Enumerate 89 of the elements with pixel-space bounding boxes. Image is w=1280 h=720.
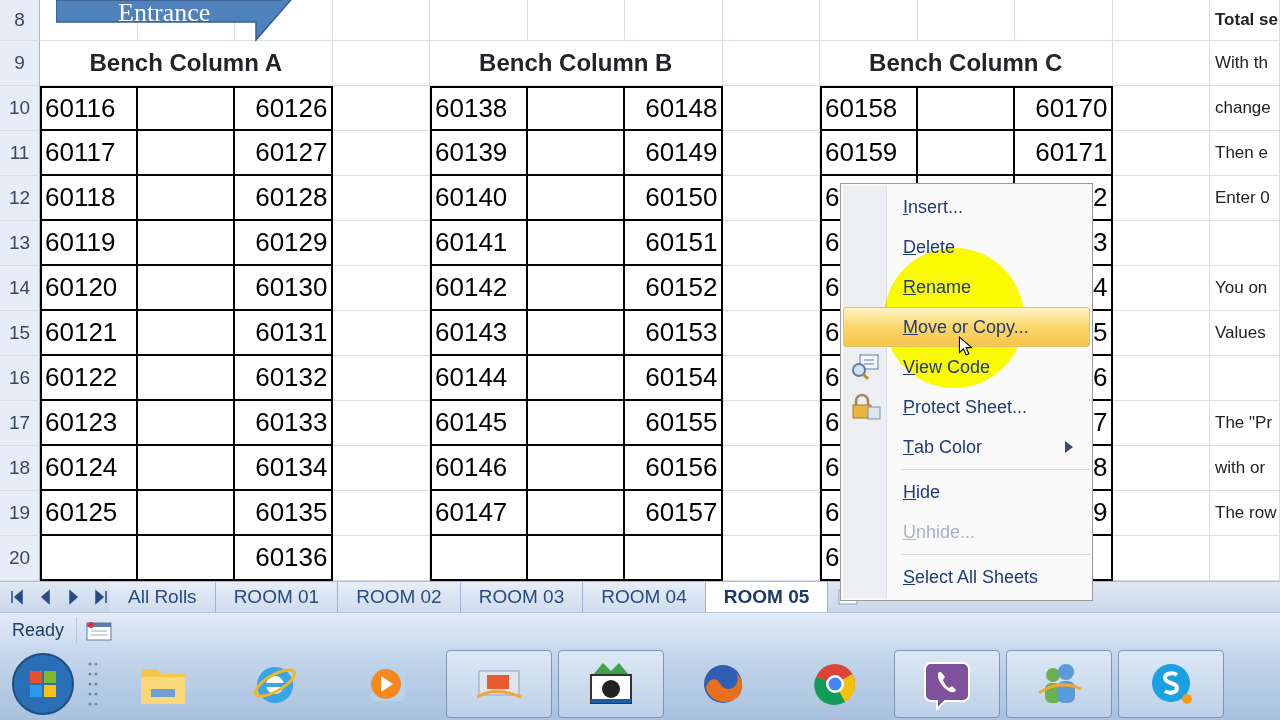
table-cell: 60147 [430, 491, 528, 536]
table-cell: 60154 [625, 356, 723, 401]
table-cell: 60156 [625, 446, 723, 491]
row-header: 11 [0, 131, 40, 176]
table-cell: 60170 [1015, 86, 1113, 131]
row-header: 19 [0, 491, 40, 536]
note-text: Total se [1210, 0, 1280, 41]
table-cell: 60126 [235, 86, 333, 131]
note-text: With th [1210, 41, 1280, 86]
row-header: 10 [0, 86, 40, 131]
table-cell: 60122 [40, 356, 138, 401]
table-cell: 60118 [40, 176, 138, 221]
table-cell: 60150 [625, 176, 723, 221]
table-cell: 60151 [625, 221, 723, 266]
table-cell: 60130 [235, 266, 333, 311]
table-cell: 60116 [40, 86, 138, 131]
table-cell: 60131 [235, 311, 333, 356]
table-cell: 60134 [235, 446, 333, 491]
sheet-tab[interactable]: ROOM 01 [215, 582, 339, 612]
row-header: 14 [0, 266, 40, 311]
row-header: 13 [0, 221, 40, 266]
row-header: 17 [0, 401, 40, 446]
bench-title: Bench Column C [820, 41, 1113, 86]
table-cell: 60140 [430, 176, 528, 221]
sheet-tab[interactable]: ROOM 03 [460, 582, 584, 612]
table-cell: 60119 [40, 221, 138, 266]
row-header: 18 [0, 446, 40, 491]
next-sheet-icon[interactable] [66, 589, 80, 605]
note-text: change [1210, 86, 1280, 131]
table-cell: 60123 [40, 401, 138, 446]
table-cell: 60127 [235, 131, 333, 176]
bench-title: Bench Column B [430, 41, 723, 86]
table-cell: 60171 [1015, 131, 1113, 176]
table-cell: 60117 [40, 131, 138, 176]
note-text: The "Pr [1210, 401, 1280, 446]
table-cell: 60155 [625, 401, 723, 446]
table-cell: 60149 [625, 131, 723, 176]
note-text: Enter 0 [1210, 176, 1280, 221]
note-text: with or [1210, 446, 1280, 491]
row-header: 20 [0, 536, 40, 581]
table-cell: 60144 [430, 356, 528, 401]
table-cell: 60145 [430, 401, 528, 446]
table-cell: 60157 [625, 491, 723, 536]
table-cell: 60142 [430, 266, 528, 311]
row-header: 12 [0, 176, 40, 221]
table-cell: 60159 [820, 131, 918, 176]
sheet-tab[interactable]: ROOM 05 [705, 582, 829, 612]
table-cell: 60125 [40, 491, 138, 536]
row-header: 16 [0, 356, 40, 401]
table-cell: 60128 [235, 176, 333, 221]
note-text: You on [1210, 266, 1280, 311]
bench-title: Bench Column A [40, 41, 333, 86]
magnifier-window-icon [850, 353, 882, 381]
table-cell: 60124 [40, 446, 138, 491]
table-cell: 60132 [235, 356, 333, 401]
sheet-tab[interactable]: ROOM 04 [583, 582, 706, 612]
row-header: 8 [0, 0, 40, 41]
table-cell: 60135 [235, 491, 333, 536]
table-cell: 60148 [625, 86, 723, 131]
first-sheet-icon[interactable] [10, 589, 24, 605]
row-header: 9 [0, 41, 40, 86]
table-cell: 60143 [430, 311, 528, 356]
table-cell: 60153 [625, 311, 723, 356]
taskbar-button[interactable] [558, 650, 664, 718]
table-cell: 60141 [430, 221, 528, 266]
record-macro-icon[interactable] [85, 620, 114, 643]
empty-cell [1210, 356, 1280, 401]
sheet-tab[interactable]: ROOM 02 [338, 582, 461, 612]
note-text: Values [1210, 311, 1280, 356]
last-sheet-icon[interactable] [94, 589, 108, 605]
table-cell: 60129 [235, 221, 333, 266]
table-cell: 60152 [625, 266, 723, 311]
table-cell: 60158 [820, 86, 918, 131]
lock-icon [850, 393, 882, 421]
table-cell: 60120 [40, 266, 138, 311]
table-cell: 60139 [430, 131, 528, 176]
empty-cell [1210, 221, 1280, 266]
previous-sheet-icon[interactable] [38, 589, 52, 605]
table-cell: 60133 [235, 401, 333, 446]
menu-item[interactable]: Move or Copy... [843, 307, 1090, 347]
mouse-pointer-icon [958, 336, 972, 356]
table-cell: 60146 [430, 446, 528, 491]
note-text: Then e [1210, 131, 1280, 176]
row-header: 15 [0, 311, 40, 356]
note-text: The row [1210, 491, 1280, 536]
table-cell: 60121 [40, 311, 138, 356]
sheet-tab[interactable]: All Rolls [110, 582, 216, 612]
table-cell: 60138 [430, 86, 528, 131]
status-text: Ready [0, 617, 78, 644]
